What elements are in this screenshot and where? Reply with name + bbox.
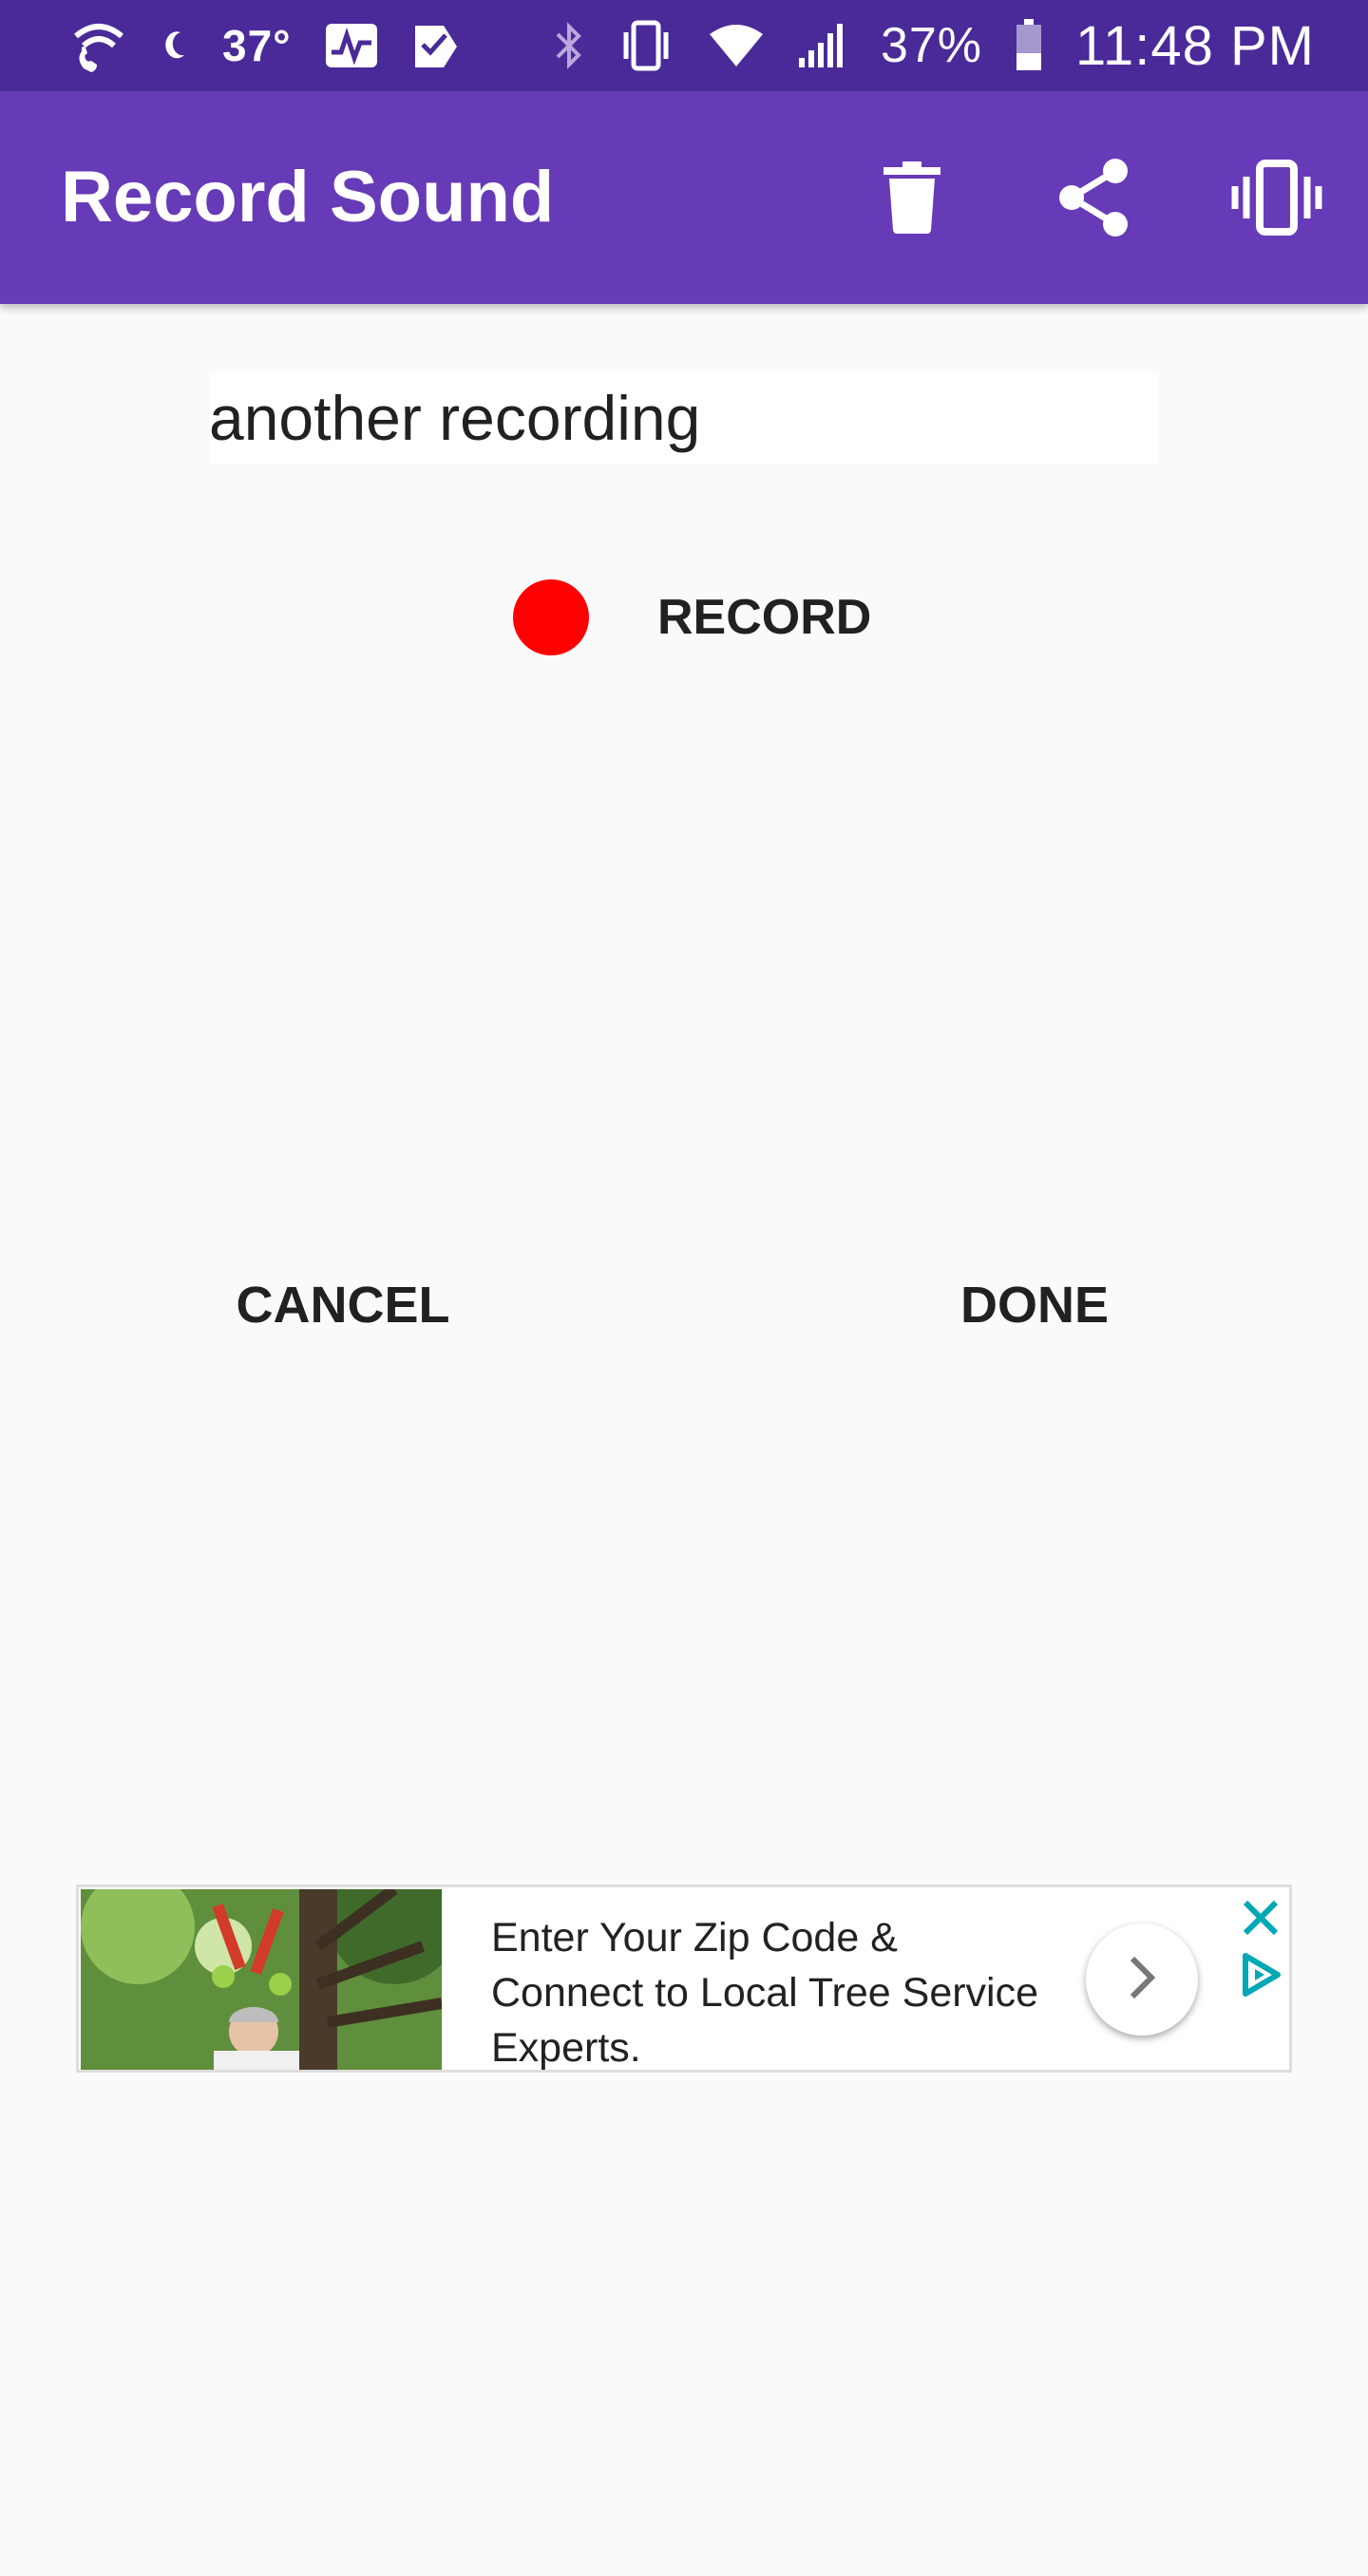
- clock-text: 11:48 PM: [1075, 14, 1315, 77]
- ad-text[interactable]: Enter Your Zip Code & Connect to Local T…: [491, 1910, 1099, 2075]
- vibrate-icon: [617, 19, 675, 72]
- record-label: RECORD: [657, 590, 872, 645]
- done-button[interactable]: DONE: [935, 1260, 1134, 1351]
- battery-percent: 37%: [880, 18, 983, 73]
- cancel-button[interactable]: CANCEL: [215, 1260, 471, 1351]
- delete-button[interactable]: [866, 154, 958, 245]
- wifi-call-icon: [68, 15, 129, 76]
- status-bar-right: 37% 11:48 PM: [554, 14, 1315, 78]
- status-bar: 37° 37% 11:48 PM: [0, 0, 1368, 91]
- app-bar: Record Sound: [0, 91, 1368, 304]
- ad-image[interactable]: [81, 1889, 442, 2070]
- ad-line: Enter Your Zip Code &: [491, 1915, 898, 1960]
- battery-icon: [1015, 19, 1043, 72]
- signal-icon: [797, 22, 848, 69]
- task-check-icon: [411, 22, 461, 69]
- vibrate-button[interactable]: [1231, 154, 1322, 245]
- temperature-text: 37°: [222, 21, 292, 70]
- record-button[interactable]: RECORD: [494, 570, 893, 665]
- vibrate-icon: [1229, 159, 1324, 240]
- ad-banner[interactable]: Enter Your Zip Code & Connect to Local T…: [76, 1885, 1292, 2073]
- activity-icon: [324, 22, 379, 69]
- record-dot-icon: [513, 579, 589, 655]
- status-bar-left: 37°: [68, 15, 461, 76]
- share-button[interactable]: [1049, 154, 1140, 245]
- ad-line: Connect to Local Tree Service: [491, 1970, 1039, 2016]
- close-icon: [1238, 1900, 1283, 1944]
- ad-choices-button[interactable]: [1236, 1950, 1285, 1999]
- page-title: Record Sound: [61, 157, 555, 237]
- recording-name-input[interactable]: [209, 372, 1159, 464]
- chevron-right-icon: [1123, 1953, 1161, 2007]
- delete-icon: [884, 161, 940, 238]
- ad-open-button[interactable]: [1086, 1923, 1198, 2036]
- share-icon: [1056, 158, 1132, 242]
- ad-line: Experts.: [491, 2025, 641, 2071]
- ad-choices-icon: [1236, 1953, 1285, 2003]
- bluetooth-icon: [554, 19, 584, 72]
- ad-close-button[interactable]: [1238, 1895, 1283, 1941]
- moon-icon: [162, 27, 190, 65]
- wifi-icon: [708, 23, 765, 68]
